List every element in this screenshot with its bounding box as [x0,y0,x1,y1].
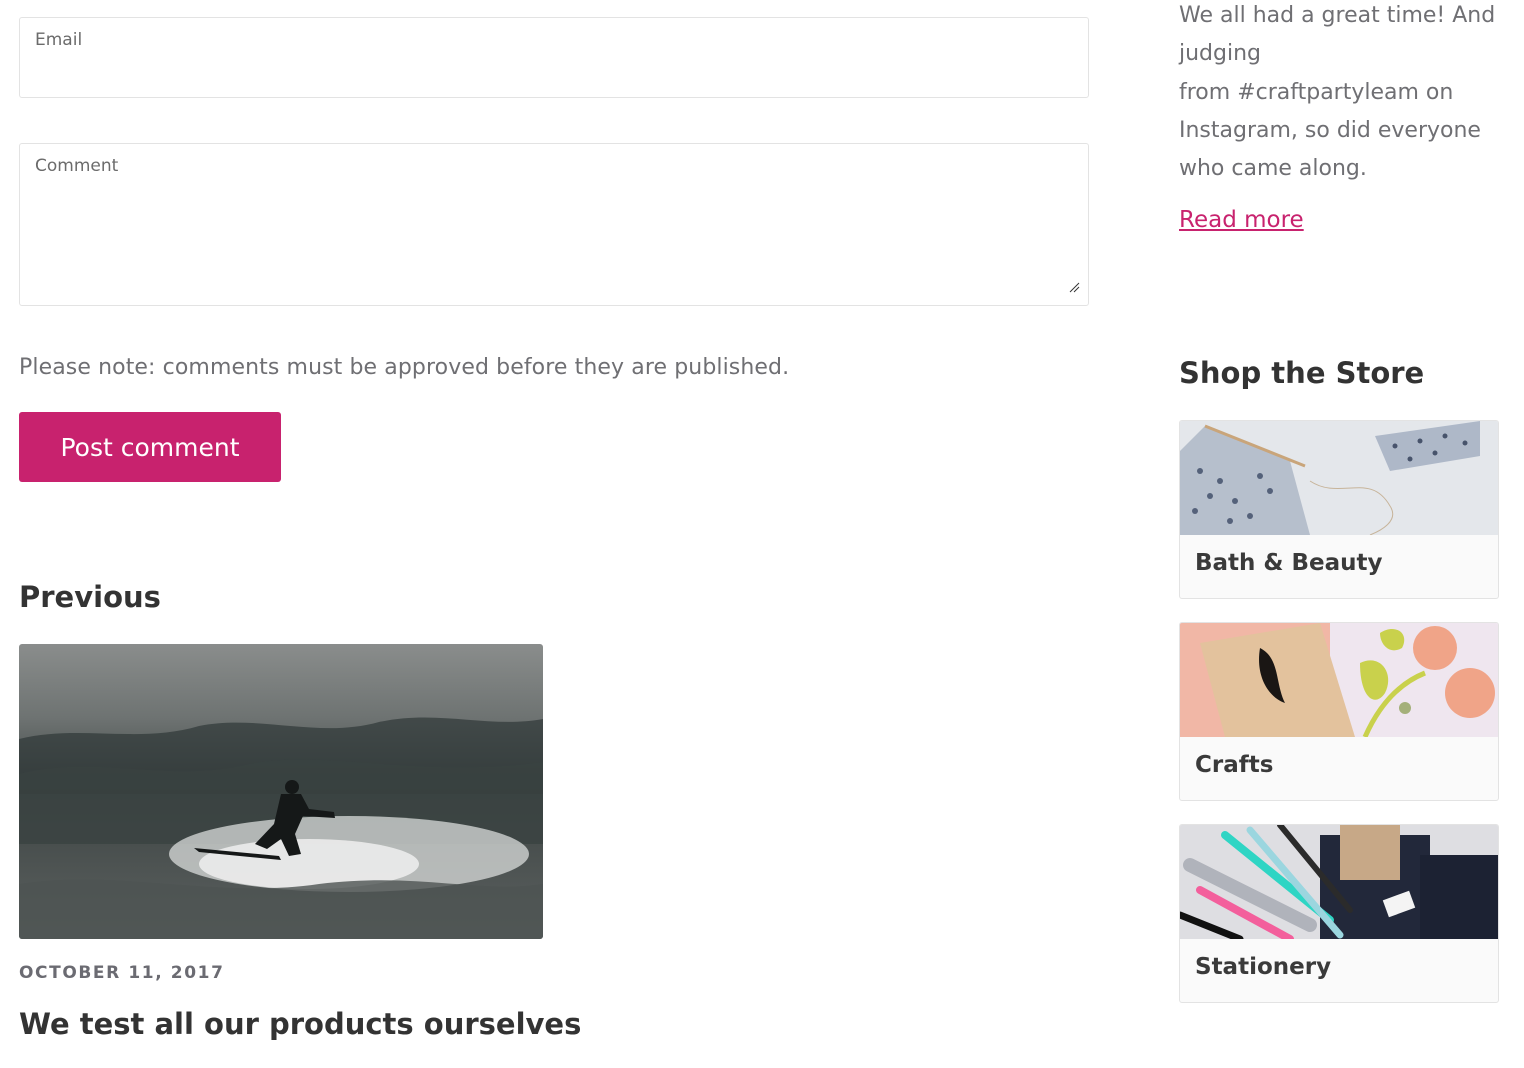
collection-label: Bath & Beauty [1195,550,1383,576]
comment-textarea[interactable]: Comment [19,143,1089,306]
email-field-label: Email [35,30,83,50]
collection-label: Crafts [1195,752,1274,778]
excerpt-line: Instagram, so did everyone [1179,117,1481,143]
previous-heading: Previous [19,580,161,614]
collection-card-stationery[interactable]: Stationery [1179,824,1499,1003]
shop-store-heading: Shop the Store [1179,356,1425,390]
collection-card-crafts[interactable]: Crafts [1179,622,1499,801]
excerpt-line: from #craftpartyleam on [1179,79,1454,105]
post-comment-button[interactable]: Post comment [19,412,281,482]
excerpt-line: judging [1179,41,1262,67]
stationery-image [1180,825,1498,939]
moderation-note: Please note: comments must be approved b… [19,355,790,380]
previous-post-date: OCTOBER 11, 2017 [19,963,225,983]
excerpt-line: who came along. [1179,156,1367,182]
crafts-image [1180,623,1498,737]
previous-post-title[interactable]: We test all our products ourselves [19,1007,581,1041]
collection-label: Stationery [1195,954,1332,980]
read-more-link[interactable]: Read more [1179,207,1304,233]
bath-beauty-image [1180,421,1498,535]
resize-grip-icon[interactable] [1068,281,1080,293]
comment-field-label: Comment [35,156,119,176]
collection-card-bath-beauty[interactable]: Bath & Beauty [1179,420,1499,599]
email-field[interactable]: Email [19,17,1089,98]
excerpt-line: We all had a great time! And [1179,3,1496,28]
previous-post-image[interactable] [19,644,543,939]
article-excerpt: We all had a great time! And judging fro… [1179,0,1499,188]
